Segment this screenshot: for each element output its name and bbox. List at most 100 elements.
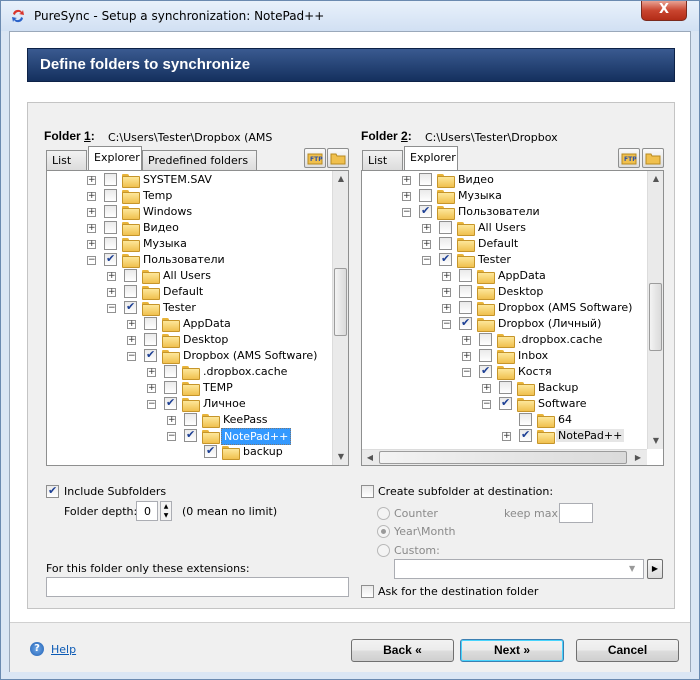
help-icon[interactable]: ? (30, 642, 44, 656)
tree-checkbox[interactable] (419, 189, 432, 202)
tree-checkbox[interactable] (144, 348, 157, 362)
tree-checkbox[interactable] (104, 173, 117, 186)
tree-row[interactable]: − Костя (362, 364, 647, 380)
tree-row[interactable]: + Default (362, 236, 647, 252)
expand-icon[interactable]: + (482, 384, 491, 393)
tree-checkbox[interactable] (184, 428, 197, 442)
tree-row[interactable]: − Dropbox (AMS Software) (47, 348, 332, 364)
custom-format-select[interactable]: ▼ (394, 559, 644, 579)
expand-icon[interactable]: + (402, 176, 411, 185)
expand-icon[interactable]: + (442, 272, 451, 281)
help-link[interactable]: Help (51, 643, 76, 656)
ftp-button-right[interactable]: FTP (618, 148, 640, 168)
scroll-down-icon[interactable]: ▼ (648, 433, 663, 449)
tree-checkbox[interactable] (419, 204, 432, 218)
tree-row[interactable]: + Музыка (47, 236, 332, 252)
expand-icon[interactable]: + (87, 192, 96, 201)
next-button[interactable]: Next » (460, 639, 564, 662)
expand-icon[interactable]: + (502, 432, 511, 441)
tree-checkbox[interactable] (439, 221, 452, 234)
tree-row[interactable]: + SYSTEM.SAV (47, 172, 332, 188)
tab-list-right[interactable]: List (362, 150, 403, 170)
collapse-icon[interactable]: − (147, 400, 156, 409)
tree-row[interactable]: + .dropbox.cache (362, 332, 647, 348)
scroll-thumb[interactable] (334, 268, 347, 336)
create-subfolder-checkbox[interactable] (361, 485, 374, 498)
tree-row[interactable]: + Dropbox (AMS Software) (362, 300, 647, 316)
collapse-icon[interactable]: − (87, 256, 96, 265)
folder-depth-stepper[interactable]: ▲ ▼ (160, 501, 172, 521)
tree-checkbox[interactable] (439, 237, 452, 250)
folder2-hscroll[interactable]: ◀ ▶ (362, 449, 647, 465)
expand-icon[interactable]: + (442, 304, 451, 313)
tree-row[interactable]: + Temp (47, 188, 332, 204)
folder1-vscroll[interactable]: ▲ ▼ (332, 171, 348, 465)
expand-icon[interactable]: + (462, 336, 471, 345)
collapse-icon[interactable]: − (402, 208, 411, 217)
tree-checkbox[interactable] (184, 413, 197, 426)
collapse-icon[interactable]: − (462, 368, 471, 377)
tree-checkbox[interactable] (459, 269, 472, 282)
tree-checkbox[interactable] (204, 444, 217, 458)
scroll-left-icon[interactable]: ◀ (362, 450, 378, 465)
ask-destination-checkbox[interactable] (361, 585, 374, 598)
ftp-button-left[interactable]: FTP (304, 148, 326, 168)
tab-explorer-left[interactable]: Explorer (88, 146, 142, 170)
tree-row[interactable]: + Музыка (362, 188, 647, 204)
tree-row[interactable]: − Tester (362, 252, 647, 268)
folder2-tree[interactable]: + Видео + Музыка − Пользователи + All Users + Def… (361, 170, 664, 466)
tree-row[interactable]: + Desktop (47, 332, 332, 348)
scroll-down-icon[interactable]: ▼ (333, 449, 348, 465)
tree-checkbox[interactable] (479, 364, 492, 378)
expand-icon[interactable]: + (422, 240, 431, 249)
cancel-button[interactable]: Cancel (576, 639, 679, 662)
tree-row[interactable]: + TEMP (47, 380, 332, 396)
custom-radio[interactable] (377, 544, 390, 557)
include-subfolders-checkbox[interactable] (46, 484, 59, 498)
tab-predefined-left[interactable]: Predefined folders (142, 150, 257, 170)
tree-checkbox[interactable] (479, 333, 492, 346)
collapse-icon[interactable]: − (442, 320, 451, 329)
scroll-thumb[interactable] (649, 283, 662, 351)
tree-checkbox[interactable] (104, 189, 117, 202)
expand-icon[interactable]: + (87, 240, 96, 249)
tree-row[interactable]: + KeePass (47, 412, 332, 428)
tree-row[interactable]: 64 (362, 412, 647, 428)
folder1-tree[interactable]: + SYSTEM.SAV + Temp + Windows + Видео + Музыка − По… (46, 170, 349, 466)
tree-checkbox[interactable] (104, 237, 117, 250)
tree-row[interactable]: − Software (362, 396, 647, 412)
expand-icon[interactable]: + (402, 192, 411, 201)
expand-icon[interactable]: + (87, 224, 96, 233)
browse-folder-button-right[interactable] (642, 148, 664, 168)
tree-row[interactable]: + All Users (47, 268, 332, 284)
expand-icon[interactable]: + (107, 272, 116, 281)
tree-row[interactable]: − Пользователи (362, 204, 647, 220)
tree-row[interactable]: + Видео (362, 172, 647, 188)
tree-checkbox[interactable] (164, 396, 177, 410)
expand-icon[interactable]: + (422, 224, 431, 233)
tree-row[interactable]: + Inbox (362, 348, 647, 364)
scroll-right-icon[interactable]: ▶ (630, 450, 646, 465)
tree-checkbox[interactable] (144, 333, 157, 346)
tree-checkbox[interactable] (479, 349, 492, 362)
folder-depth-input[interactable]: 0 (136, 501, 158, 521)
tree-row[interactable]: − Dropbox (Личный) (362, 316, 647, 332)
tree-row[interactable]: + Windows (47, 204, 332, 220)
tree-row[interactable]: + Backup (362, 380, 647, 396)
tree-row[interactable]: + .dropbox.cache (47, 364, 332, 380)
tree-row[interactable]: − Личное (47, 396, 332, 412)
tree-row[interactable]: − Пользователи (47, 252, 332, 268)
tree-checkbox[interactable] (164, 381, 177, 394)
expand-icon[interactable]: + (167, 416, 176, 425)
expand-icon[interactable]: + (442, 288, 451, 297)
tree-checkbox[interactable] (104, 205, 117, 218)
hscroll-thumb[interactable] (379, 451, 627, 464)
tree-checkbox[interactable] (164, 365, 177, 378)
tree-checkbox[interactable] (104, 221, 117, 234)
tree-row[interactable]: − Tester (47, 300, 332, 316)
collapse-icon[interactable]: − (482, 400, 491, 409)
tree-row[interactable]: + AppData (362, 268, 647, 284)
tree-checkbox[interactable] (419, 173, 432, 186)
tree-checkbox[interactable] (519, 413, 532, 426)
tree-checkbox[interactable] (459, 316, 472, 330)
